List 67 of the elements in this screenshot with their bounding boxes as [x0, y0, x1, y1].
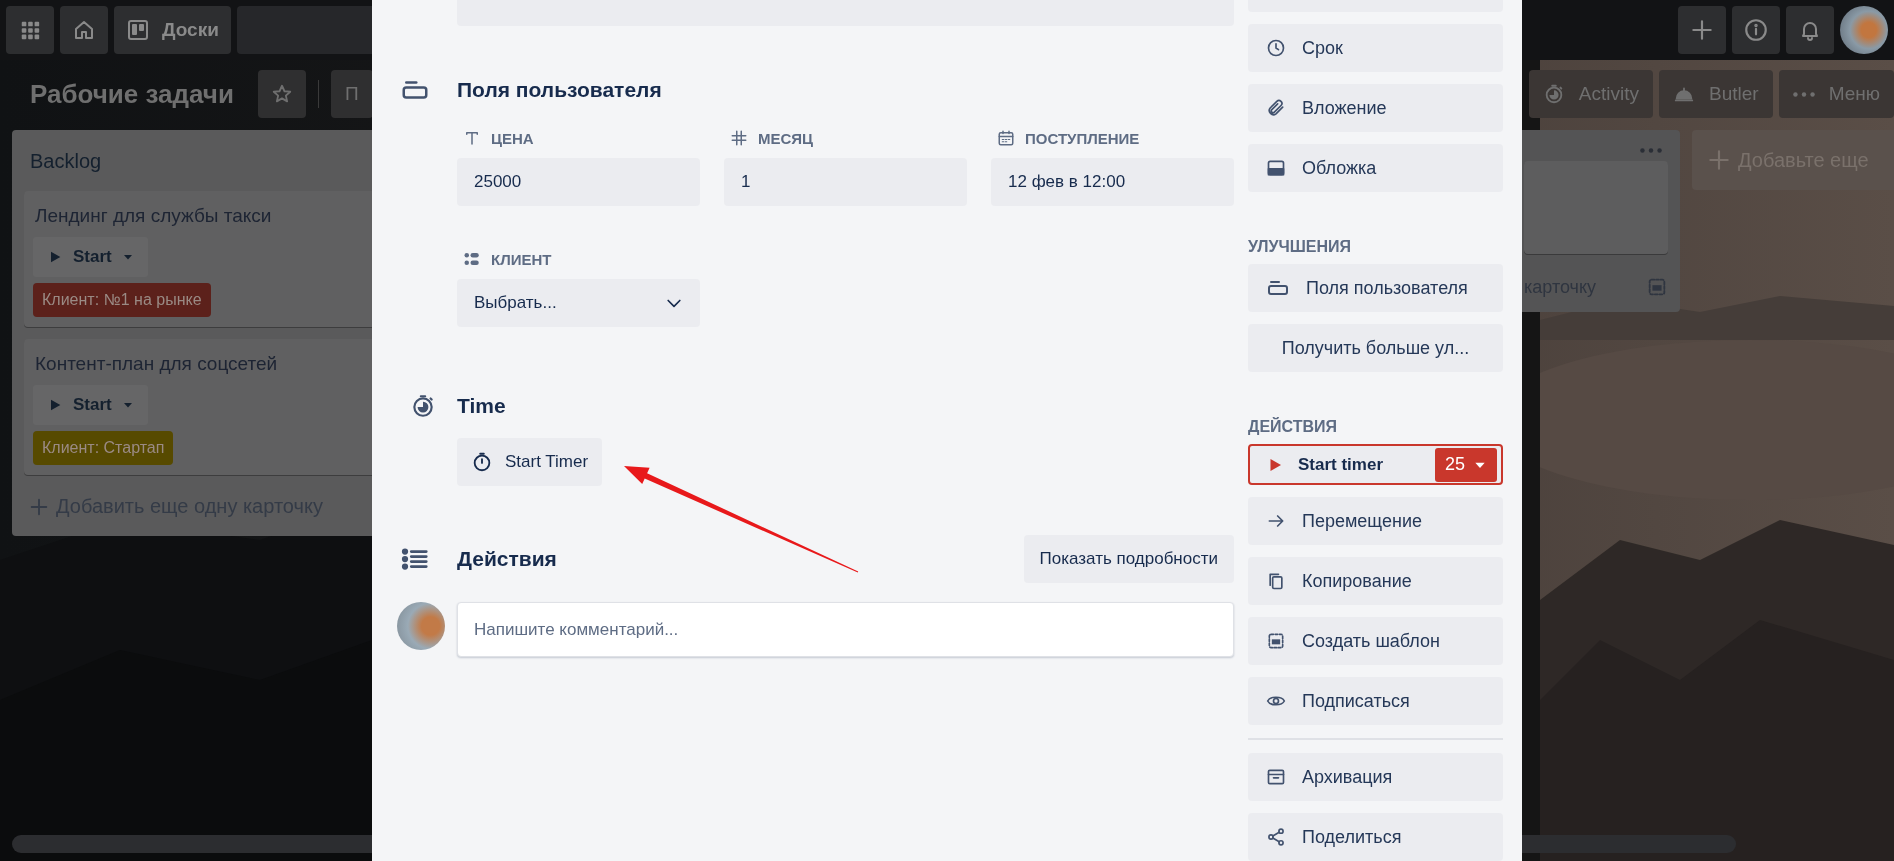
home-icon	[72, 18, 96, 42]
card-title: Лендинг для службы такси	[34, 204, 273, 228]
create-button[interactable]	[1678, 6, 1726, 54]
sidebar-button[interactable]: Получить больше ул...	[1248, 324, 1503, 372]
stopwatch-icon	[471, 451, 493, 473]
star-icon	[270, 83, 293, 105]
text-icon	[463, 129, 481, 147]
input-field[interactable]: 12 фев в 12:00	[991, 158, 1234, 206]
sidebar-button[interactable]: Вложение	[1248, 84, 1503, 132]
start-timer-label[interactable]: Start timer	[1298, 454, 1421, 475]
info-button[interactable]	[1732, 6, 1780, 54]
sidebar-button[interactable]: Архивация	[1248, 753, 1503, 801]
template-icon	[1266, 631, 1286, 652]
field-label: ПОСТУПЛЕНИЕ	[1025, 129, 1140, 147]
ellipsis-icon	[1792, 91, 1815, 97]
plus-icon	[1689, 17, 1715, 43]
section-heading: Time	[457, 393, 507, 419]
show-details-button[interactable]: Показать подробности	[1023, 535, 1234, 583]
hash-icon	[730, 129, 748, 147]
sidebar-button[interactable]: Копирование	[1248, 557, 1503, 606]
calendar-icon	[997, 129, 1015, 147]
boards-button[interactable]: Доски	[114, 6, 231, 54]
section-heading: Поля пользователя	[457, 77, 663, 103]
sidebar-button[interactable]: Срок	[1248, 24, 1503, 72]
template-icon	[1646, 276, 1668, 298]
share-icon	[1266, 827, 1286, 847]
ellipsis-icon	[1640, 148, 1662, 153]
home-button[interactable]	[60, 6, 108, 54]
start-timer-button[interactable]: Start Timer	[457, 438, 603, 486]
notifications-button[interactable]	[1786, 6, 1834, 54]
dropdown[interactable]: Выбрать...	[457, 279, 700, 327]
sidebar-heading: УЛУЧШЕНИЯ	[1248, 238, 1353, 256]
card-label: Клиент: Стартап	[33, 431, 174, 465]
copy-icon	[1266, 571, 1286, 592]
card-title: Контент-план для соцсетей	[34, 352, 279, 376]
board-title[interactable]: Рабочие задачи	[30, 78, 234, 110]
sidebar-button[interactable]: Поля пользователя	[1248, 264, 1503, 312]
avatar	[397, 602, 445, 650]
sidebar-heading: ДЕЙСТВИЯ	[1248, 418, 1339, 436]
field-label: МЕСЯЦ	[758, 129, 814, 147]
input-field[interactable]: 1	[724, 158, 967, 206]
sidebar-button[interactable]: Подписаться	[1248, 677, 1503, 726]
sidebar-button[interactable]: Создать шаблон	[1248, 617, 1503, 666]
duration-dropdown[interactable]: 25	[1434, 447, 1497, 482]
field-label: КЛИЕНТ	[491, 250, 552, 268]
board-icon	[126, 18, 150, 42]
stopwatch-icon	[410, 393, 436, 419]
cover-icon	[1266, 158, 1286, 178]
options-icon	[463, 250, 481, 268]
card-label: Клиент: №1 на рынке	[33, 283, 211, 317]
field-label: ЦЕНА	[491, 129, 534, 147]
start-timer-button[interactable]: Start timer 25	[1248, 444, 1503, 486]
sidebar-button[interactable]: Обложка	[1248, 144, 1503, 192]
clock-icon	[1266, 38, 1286, 58]
apps-icon	[19, 19, 41, 41]
avatar[interactable]	[1840, 6, 1888, 54]
archive-icon	[1266, 767, 1286, 787]
plus-icon	[1706, 147, 1732, 173]
info-icon	[1743, 17, 1769, 43]
star-button[interactable]	[257, 70, 306, 118]
comment-field[interactable]: Напишите комментарий...	[457, 602, 1234, 657]
apps-button[interactable]	[6, 6, 54, 54]
section-heading: Действия	[457, 546, 557, 572]
input-field[interactable]: 25000	[457, 158, 700, 206]
sidebar-button[interactable]: Поделиться	[1248, 813, 1503, 861]
sidebar-button[interactable]: Перемещение	[1248, 497, 1503, 546]
paperclip-icon	[1266, 98, 1286, 118]
